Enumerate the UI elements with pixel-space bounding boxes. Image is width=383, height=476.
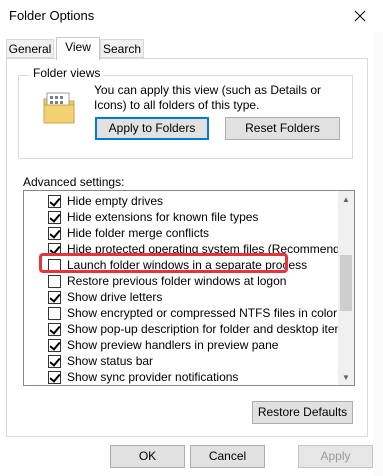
setting-label: Show drive letters	[67, 290, 163, 304]
setting-checkbox[interactable]	[48, 291, 61, 304]
background-strip	[373, 32, 383, 476]
setting-label: Show status bar	[67, 354, 154, 368]
tab-view[interactable]: View	[56, 37, 100, 60]
setting-checkbox[interactable]	[48, 211, 61, 224]
restore-defaults-button[interactable]: Restore Defaults	[252, 401, 353, 424]
setting-checkbox[interactable]	[48, 371, 61, 384]
close-icon	[354, 10, 366, 22]
setting-label: Restore previous folder windows at logon	[67, 274, 287, 288]
setting-checkbox[interactable]	[48, 195, 61, 208]
setting-checkbox[interactable]	[48, 355, 61, 368]
scrollbar[interactable]: ▲ ▼	[338, 191, 354, 385]
window-title: Folder Options	[9, 8, 95, 23]
reset-folders-button[interactable]: Reset Folders	[225, 117, 340, 140]
apply-to-folders-button[interactable]: Apply to Folders	[95, 117, 209, 140]
setting-row[interactable]: Hide folder merge conflicts	[24, 225, 339, 241]
advanced-settings-label: Advanced settings:	[23, 175, 125, 189]
setting-row[interactable]: Hide extensions for known file types	[24, 209, 339, 225]
cancel-button[interactable]: Cancel	[190, 445, 265, 468]
setting-row[interactable]: Show status bar	[24, 353, 339, 369]
scroll-down-icon[interactable]: ▼	[338, 369, 354, 385]
highlight-box	[39, 253, 288, 273]
setting-label: Show pop-up description for folder and d…	[67, 322, 351, 336]
scrollbar-thumb[interactable]	[340, 255, 352, 311]
setting-row[interactable]: Show encrypted or compressed NTFS files …	[24, 305, 339, 321]
tab-search[interactable]: Search	[100, 39, 144, 58]
advanced-settings-list[interactable]: Hide empty drives Hide extensions for kno…	[23, 190, 355, 386]
folder-views-label: Folder views	[30, 66, 104, 80]
setting-row[interactable]: Show drive letters	[24, 289, 339, 305]
setting-row[interactable]: Show pop-up description for folder and d…	[24, 321, 351, 337]
setting-checkbox[interactable]	[48, 323, 61, 336]
setting-row[interactable]: Show preview handlers in preview pane	[24, 337, 339, 353]
tab-general[interactable]: General	[6, 39, 54, 58]
setting-label: Hide extensions for known file types	[67, 210, 259, 224]
setting-row[interactable]: Restore previous folder windows at logon	[24, 273, 339, 289]
setting-label: Show sync provider notifications	[67, 370, 239, 384]
setting-row[interactable]: Show sync provider notifications	[24, 369, 339, 385]
setting-checkbox[interactable]	[48, 339, 61, 352]
setting-label: Hide folder merge conflicts	[67, 226, 210, 240]
setting-label: Show preview handlers in preview pane	[67, 338, 279, 352]
apply-button[interactable]: Apply	[298, 445, 373, 468]
setting-label: Show encrypted or compressed NTFS files …	[67, 306, 338, 320]
setting-checkbox[interactable]	[48, 307, 61, 320]
folder-icon	[43, 92, 75, 124]
title-bar: Folder Options	[0, 0, 383, 32]
setting-checkbox[interactable]	[48, 275, 61, 288]
setting-label: Hide empty drives	[67, 194, 164, 208]
folder-views-description: You can apply this view (such as Details…	[94, 83, 322, 112]
ok-button[interactable]: OK	[110, 445, 185, 468]
scroll-up-icon[interactable]: ▲	[338, 191, 354, 207]
setting-row[interactable]: Hide empty drives	[24, 193, 339, 209]
setting-checkbox[interactable]	[48, 227, 61, 240]
close-button[interactable]	[337, 0, 383, 32]
